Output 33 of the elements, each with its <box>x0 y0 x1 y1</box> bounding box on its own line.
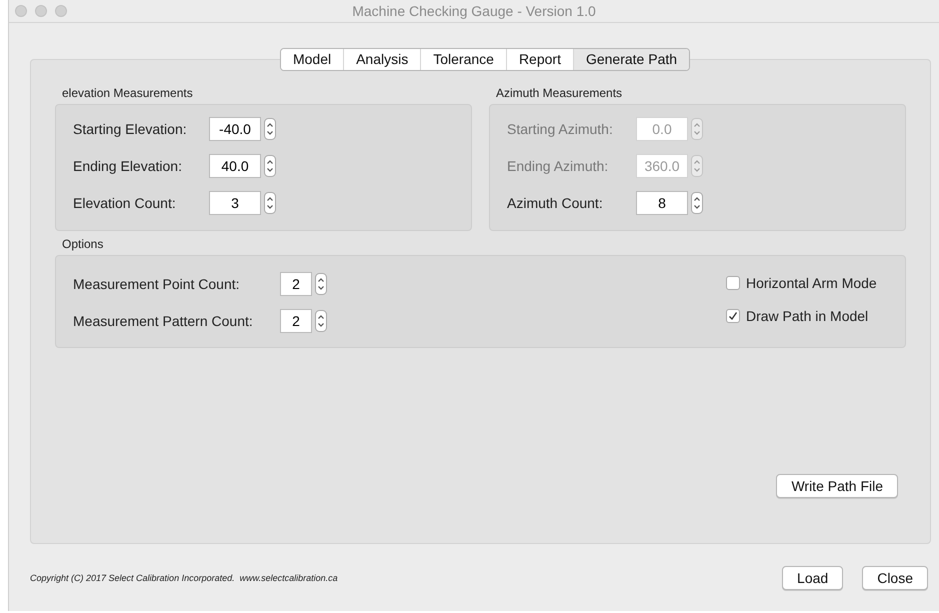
field-label: Ending Azimuth: <box>507 158 610 174</box>
field-label: Azimuth Count: <box>507 195 604 211</box>
field-label: Measurement Point Count: <box>73 276 241 292</box>
stepper-icon[interactable] <box>691 192 703 214</box>
field-label: Starting Azimuth: <box>507 121 614 137</box>
tab[interactable]: Generate Path <box>572 49 690 70</box>
number-field[interactable]: 8 <box>636 191 688 215</box>
checkbox-label: Horizontal Arm Mode <box>746 275 877 291</box>
field-label: Measurement Pattern Count: <box>73 313 254 329</box>
stepper-icon[interactable] <box>264 192 276 214</box>
checkbox[interactable] <box>726 309 740 323</box>
group-title: elevation Measurements <box>62 86 194 101</box>
field-label: Ending Elevation: <box>73 158 183 174</box>
number-field[interactable]: 3 <box>209 191 261 215</box>
stepper-icon[interactable] <box>315 273 327 295</box>
checkbox-label: Draw Path in Model <box>746 308 868 324</box>
stepper-icon[interactable] <box>264 118 276 140</box>
group-title: Options <box>62 237 104 252</box>
number-field[interactable]: 40.0 <box>209 154 261 178</box>
checkbox[interactable] <box>726 276 740 290</box>
write-path-file-button[interactable]: Write Path File <box>776 474 898 498</box>
group-title: Azimuth Measurements <box>496 86 624 101</box>
number-field[interactable]: 2 <box>280 272 312 296</box>
footer-button[interactable]: Load <box>782 566 844 590</box>
field-label: Starting Elevation: <box>73 121 188 137</box>
field-label: Elevation Count: <box>73 195 177 211</box>
stepper-icon[interactable] <box>315 310 327 332</box>
window-title: Machine Checking Gauge - Version 1.0 <box>352 3 596 19</box>
number-field[interactable]: -40.0 <box>209 117 261 141</box>
stepper-icon[interactable] <box>264 155 276 177</box>
copyright-text: Copyright (C) 2017 Select Calibration Incorporated. www.selectcalibration.ca <box>30 573 339 583</box>
footer-button[interactable]: Close <box>862 566 928 590</box>
number-field[interactable]: 2 <box>280 309 312 333</box>
